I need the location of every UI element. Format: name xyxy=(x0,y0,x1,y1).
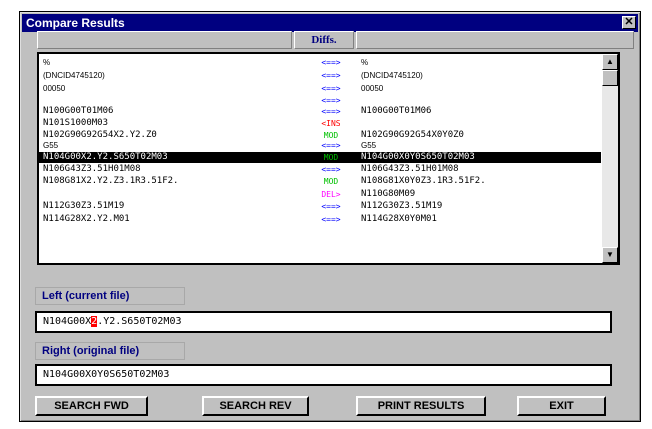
right-line-text: N108G81X0Y0Z3.1R3.51F2. xyxy=(361,176,486,186)
right-column-header[interactable] xyxy=(356,31,634,49)
left-line-text: N106G43Z3.51H01M08 xyxy=(43,164,141,174)
left-line-text: N114G28X2.Y2.M01 xyxy=(43,214,130,224)
right-line-text: N114G28X0Y0M01 xyxy=(361,214,437,224)
list-row[interactable]: N114G28X2.Y2.M01 <==> N114G28X0Y0M01 xyxy=(39,214,601,225)
scroll-up-icon[interactable]: ▲ xyxy=(602,54,618,70)
left-file-label: Left (current file) xyxy=(35,287,185,305)
compare-list[interactable]: % <==>% (DNCID4745120) <==> (DNCID4745120) 00… xyxy=(37,52,620,265)
left-line-text: N100G00T01M06 xyxy=(43,106,114,116)
exit-button[interactable]: EXIT xyxy=(517,396,606,416)
left-file-before: N104G00X xyxy=(43,316,92,327)
list-row[interactable]: N106G43Z3.51H01M08 <==> N106G43Z3.51H01M08 xyxy=(39,164,601,175)
right-line-text: G55 xyxy=(361,141,377,150)
search-rev-button[interactable]: SEARCH REV xyxy=(202,396,309,416)
left-column-header[interactable] xyxy=(37,31,292,49)
diff-status: DEL> xyxy=(321,190,341,199)
left-line-text: % xyxy=(43,58,51,67)
list-row[interactable]: N112G30Z3.51M19 <==> N112G30Z3.51M19 xyxy=(39,201,601,212)
diff-status: <==> xyxy=(321,165,341,174)
left-line-text: N104G00X2.Y2.S650T02M03 xyxy=(43,152,168,162)
right-line-text: N110G80M09 xyxy=(361,189,416,199)
diff-status: MOD xyxy=(323,177,339,186)
window-title: Compare Results xyxy=(26,16,125,30)
right-line-text: 00050 xyxy=(361,84,384,93)
print-results-button[interactable]: PRINT RESULTS xyxy=(356,396,486,416)
title-bar: Compare Results ✕ xyxy=(22,14,638,32)
list-row[interactable]: <==> xyxy=(39,95,601,106)
left-line-text: 00050 xyxy=(43,84,66,93)
diff-status: <==> xyxy=(321,84,341,93)
left-line-text: (DNCID4745120) xyxy=(43,71,105,80)
left-line-text: N108G81X2.Y2.Z3.1R3.51F2. xyxy=(43,176,179,186)
diff-status: <INS xyxy=(321,119,341,128)
diff-status: <==> xyxy=(321,96,341,105)
right-file-field[interactable]: N104G00X0Y0S650T02M03 xyxy=(35,364,612,386)
search-fwd-button[interactable]: SEARCH FWD xyxy=(35,396,148,416)
diff-status: <==> xyxy=(321,215,341,224)
left-file-field[interactable]: N104G00X2.Y2.S650T02M03 xyxy=(35,311,612,333)
left-line-text: N112G30Z3.51M19 xyxy=(43,201,125,211)
diff-status: <==> xyxy=(321,107,341,116)
list-row[interactable]: DEL> N110G80M09 xyxy=(39,189,601,200)
list-row[interactable]: N101S1000M03 <INS xyxy=(39,118,601,129)
right-line-text: N112G30Z3.51M19 xyxy=(361,201,443,211)
left-line-text: N101S1000M03 xyxy=(43,118,109,128)
list-row[interactable]: N104G00X2.Y2.S650T02M03 MOD N104G00X0Y0S65… xyxy=(39,152,601,163)
list-row[interactable]: 00050 <==> 00050 xyxy=(39,83,601,94)
left-line-text: G55 xyxy=(43,141,59,150)
right-line-text: % xyxy=(361,58,369,67)
left-file-after: .Y2.S650T02M03 xyxy=(97,316,182,327)
right-line-text: N100G00T01M06 xyxy=(361,106,432,116)
diff-status: MOD xyxy=(323,153,339,162)
diff-status: <==> xyxy=(321,141,341,150)
diffs-column-header[interactable]: Diffs. xyxy=(294,31,354,49)
right-line-text: N106G43Z3.51H01M08 xyxy=(361,164,459,174)
list-row[interactable]: N100G00T01M06 <==> N100G00T01M06 xyxy=(39,106,601,117)
scroll-thumb[interactable] xyxy=(602,70,618,86)
right-line-text: (DNCID4745120) xyxy=(361,71,423,80)
list-row[interactable]: % <==>% xyxy=(39,57,601,68)
right-file-label: Right (original file) xyxy=(35,342,185,360)
list-row[interactable]: (DNCID4745120) <==> (DNCID4745120) xyxy=(39,70,601,81)
list-row[interactable]: N108G81X2.Y2.Z3.1R3.51F2. MOD N108G81X0Y0Z… xyxy=(39,176,601,187)
vertical-scrollbar[interactable]: ▲ ▼ xyxy=(602,54,618,263)
diff-status: <==> xyxy=(321,58,341,67)
diff-status: <==> xyxy=(321,71,341,80)
scroll-down-icon[interactable]: ▼ xyxy=(602,247,618,263)
list-row[interactable]: G55 <==> G55 xyxy=(39,140,601,151)
diff-status: <==> xyxy=(321,202,341,211)
close-icon[interactable]: ✕ xyxy=(622,16,636,29)
right-line-text: N104G00X0Y0S650T02M03 xyxy=(361,152,475,162)
